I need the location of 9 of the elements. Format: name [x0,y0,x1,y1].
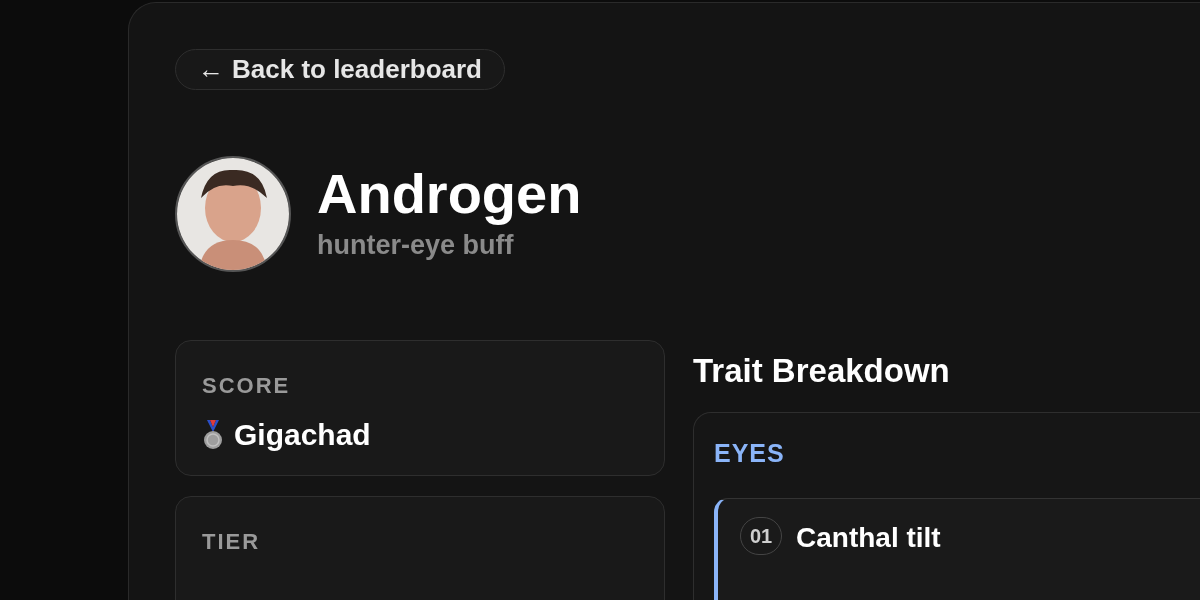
stat-value: Gigachad [234,417,371,453]
trait-name: Canthal tilt [796,521,941,555]
back-button[interactable]: ← Back to leaderboard [175,49,505,90]
profile-subtitle: hunter-eye buff [317,228,515,262]
stat-label: SCORE [202,372,292,400]
stat-label: TIER [202,528,262,556]
section-title: Trait Breakdown [693,351,951,391]
profile-name: Androgen [317,162,582,225]
group-label: EYES [714,438,785,467]
